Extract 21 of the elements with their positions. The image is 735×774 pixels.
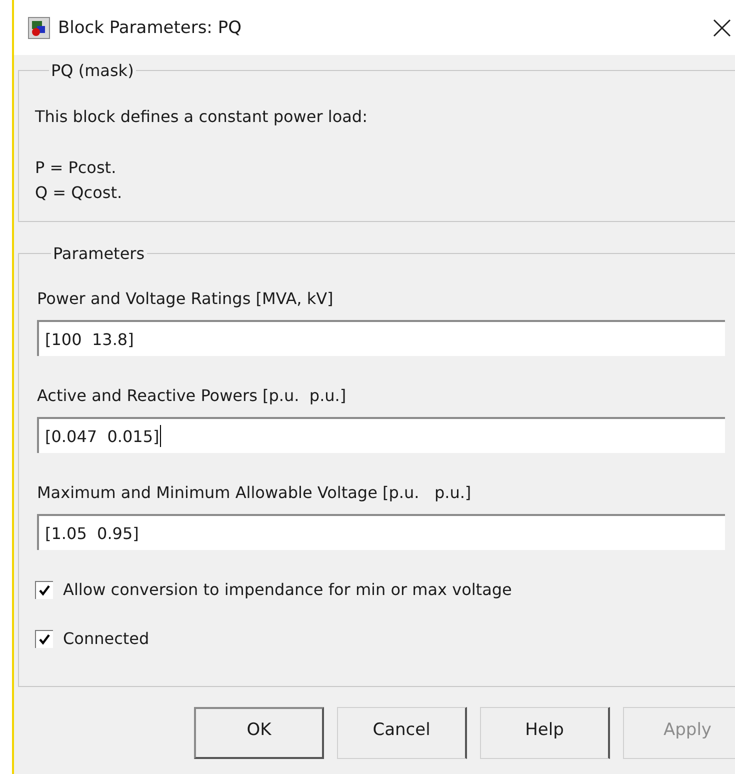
formula-text: Q = Qcost. bbox=[35, 182, 124, 204]
dialog-button[interactable]: Cancel bbox=[337, 707, 467, 759]
checkbox-label: Allow conversion to impendance for min or max voltage bbox=[63, 580, 512, 599]
field-label: Active and Reactive Powers [p.u. p.u.] bbox=[37, 386, 348, 405]
dialog-button[interactable]: OK bbox=[194, 707, 324, 759]
checkbox-label: Connected bbox=[63, 629, 150, 648]
block-icon bbox=[28, 16, 50, 38]
field-label: Maximum and Minimum Allowable Voltage [p.u. p.u.] bbox=[37, 483, 472, 502]
field-label: Power and Voltage Ratings [MVA, kV] bbox=[37, 289, 334, 308]
group-title: Parameters bbox=[52, 244, 146, 263]
formula-text: P = Pcost. bbox=[35, 157, 118, 179]
checkbox[interactable] bbox=[35, 580, 53, 598]
close-icon[interactable] bbox=[713, 18, 731, 36]
input-field[interactable]: [0.047 0.015] bbox=[37, 417, 725, 453]
checkbox[interactable] bbox=[35, 630, 53, 648]
description-text: This block defines a constant power load: bbox=[35, 106, 368, 128]
window-title: Block Parameters: PQ bbox=[58, 18, 242, 38]
dialog-button[interactable]: Help bbox=[480, 707, 610, 759]
group-title: PQ (mask) bbox=[50, 61, 135, 80]
input-field[interactable]: [100 13.8] bbox=[37, 320, 725, 356]
input-field[interactable]: [1.05 0.95] bbox=[37, 514, 725, 550]
